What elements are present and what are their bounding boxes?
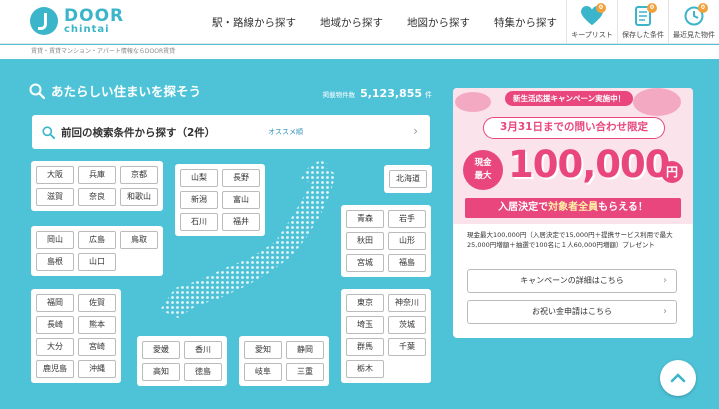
scroll-to-top-button[interactable] bbox=[660, 360, 696, 396]
listing-count-label: 掲載物件数 bbox=[322, 91, 356, 99]
breadcrumb[interactable]: 賃貸・賃貸マンション・アパート情報ならDOOR賃貸 bbox=[0, 45, 719, 59]
saved-conditions-button[interactable]: 0 保存した条件 bbox=[617, 0, 668, 44]
pref-button[interactable]: 熊本 bbox=[78, 316, 116, 334]
pref-button[interactable]: 香川 bbox=[184, 341, 222, 359]
campaign-card: 新生活応援キャンペーン実施中！ 3月31日までの問い合わせ限定 現金 最大 10… bbox=[453, 88, 693, 338]
pref-button[interactable]: 三重 bbox=[286, 363, 324, 381]
campaign-detail-label: キャンペーンの詳細はこちら bbox=[520, 276, 624, 285]
region-shikoku: 愛媛 香川 高知 徳島 bbox=[137, 336, 227, 386]
recommend-sort-link[interactable]: オススメ順 bbox=[268, 127, 303, 137]
pref-button[interactable]: 岡山 bbox=[36, 231, 74, 249]
site-header: DOOR chintai 駅・路線から探す 地域から探す 地図から探す 特集から… bbox=[0, 0, 719, 44]
cherry-blossom-decoration bbox=[633, 88, 681, 116]
pref-button[interactable]: 滋賀 bbox=[36, 188, 74, 206]
pref-button[interactable]: 岩手 bbox=[388, 210, 426, 228]
pref-button[interactable]: 栃木 bbox=[346, 360, 384, 378]
listing-count: 掲載物件数 5,123,855 件 bbox=[323, 87, 432, 100]
region-hokkaido: 北海道 bbox=[384, 165, 432, 193]
nav-feature[interactable]: 特集から探す bbox=[494, 15, 557, 30]
pref-button[interactable]: 徳島 bbox=[184, 363, 222, 381]
max-label: 最大 bbox=[474, 171, 492, 181]
gift-apply-label: お祝い金申請はこちら bbox=[532, 307, 612, 316]
campaign-hero: 新生活応援キャンペーン実施中！ 3月31日までの問い合わせ限定 現金 最大 10… bbox=[453, 88, 693, 224]
pref-button[interactable]: 大分 bbox=[36, 338, 74, 356]
pref-button[interactable]: 山口 bbox=[78, 253, 116, 271]
keep-list-button[interactable]: 0 キープリスト bbox=[566, 0, 617, 44]
pref-button[interactable]: 愛知 bbox=[244, 341, 282, 359]
previous-search-label: 前回の検索条件から探す（2件） bbox=[61, 126, 216, 139]
main-nav: 駅・路線から探す 地域から探す 地図から探す 特集から探す bbox=[212, 15, 581, 30]
pref-button[interactable]: 島根 bbox=[36, 253, 74, 271]
keep-list-badge: 0 bbox=[596, 3, 606, 13]
pref-button[interactable]: 茨城 bbox=[388, 316, 426, 334]
campaign-description: 現金最大100,000円（入居決定で15,000円＋提携サービス利用で最大25,… bbox=[467, 231, 673, 249]
cash-max-badge: 現金 最大 bbox=[463, 150, 503, 190]
keep-list-label: キープリスト bbox=[571, 31, 613, 39]
saved-conditions-badge: 0 bbox=[647, 3, 657, 13]
campaign-date-limit: 3月31日までの問い合わせ限定 bbox=[483, 117, 665, 139]
strip-post: もらえる！ bbox=[598, 202, 648, 213]
door-logo-icon bbox=[30, 7, 58, 35]
pref-button[interactable]: 静岡 bbox=[286, 341, 324, 359]
recently-viewed-button[interactable]: 0 最近見た物件 bbox=[668, 0, 719, 44]
pref-button[interactable]: 宮崎 bbox=[78, 338, 116, 356]
pref-button[interactable]: 北海道 bbox=[389, 170, 427, 188]
pref-button[interactable]: 奈良 bbox=[78, 188, 116, 206]
pref-button[interactable]: 愛媛 bbox=[142, 341, 180, 359]
chevron-up-icon bbox=[670, 373, 686, 383]
search-icon bbox=[42, 125, 55, 139]
nav-station-line[interactable]: 駅・路線から探す bbox=[212, 15, 296, 30]
pref-button[interactable]: 沖縄 bbox=[78, 360, 116, 378]
logo-text-chintai: chintai bbox=[64, 23, 110, 35]
nav-area[interactable]: 地域から探す bbox=[320, 15, 383, 30]
search-icon bbox=[29, 83, 45, 99]
pref-button[interactable]: 高知 bbox=[142, 363, 180, 381]
pref-button[interactable]: 大阪 bbox=[36, 166, 74, 184]
japan-map-illustration bbox=[160, 160, 336, 318]
search-title: あたらしい住まいを探そう bbox=[51, 84, 202, 99]
pref-button[interactable]: 神奈川 bbox=[388, 294, 426, 312]
pref-button[interactable]: 福島 bbox=[388, 254, 426, 272]
chevron-right-icon: › bbox=[413, 124, 418, 138]
chevron-right-icon: › bbox=[663, 275, 667, 286]
campaign-strip: 入居決定で対象者全員もらえる！ bbox=[465, 198, 681, 218]
strip-pre: 入居決定で bbox=[498, 202, 549, 213]
strip-highlight: 対象者全員 bbox=[548, 202, 599, 213]
logo-text-door: DOOR bbox=[64, 5, 125, 26]
pref-button[interactable]: 山形 bbox=[388, 232, 426, 250]
gift-apply-button[interactable]: お祝い金申請はこちら › bbox=[467, 300, 677, 324]
pref-button[interactable]: 岐阜 bbox=[244, 363, 282, 381]
listing-count-value: 5,123,855 bbox=[360, 87, 422, 100]
nav-map[interactable]: 地図から探す bbox=[407, 15, 470, 30]
pref-button[interactable]: 長崎 bbox=[36, 316, 74, 334]
recently-viewed-label: 最近見た物件 bbox=[673, 31, 715, 39]
chevron-right-icon: › bbox=[663, 306, 667, 317]
campaign-amount: 100,000 bbox=[508, 143, 671, 186]
pref-button[interactable]: 広島 bbox=[78, 231, 116, 249]
previous-search-button[interactable]: 前回の検索条件から探す（2件） オススメ順 › bbox=[32, 115, 430, 149]
header-icon-group: 0 キープリスト 0 保存した条件 0 最近見た物件 bbox=[566, 0, 719, 44]
cherry-blossom-decoration bbox=[455, 92, 491, 112]
listing-count-unit: 件 bbox=[425, 91, 432, 99]
yen-badge: 円 bbox=[661, 161, 683, 183]
region-kyushu: 福岡 佐賀 長崎 熊本 大分 宮崎 鹿児島 沖縄 bbox=[31, 289, 121, 383]
pref-button[interactable]: 千葉 bbox=[388, 338, 426, 356]
door-chintai-logo[interactable]: DOOR chintai bbox=[30, 7, 124, 35]
recently-viewed-badge: 0 bbox=[698, 3, 708, 13]
pref-button[interactable]: 福岡 bbox=[36, 294, 74, 312]
pref-button[interactable]: 佐賀 bbox=[78, 294, 116, 312]
pref-button[interactable]: 群馬 bbox=[346, 338, 384, 356]
region-tokai: 愛知 静岡 岐阜 三重 bbox=[239, 336, 329, 386]
cash-label: 現金 bbox=[474, 158, 492, 168]
campaign-banner: 新生活応援キャンペーン実施中！ bbox=[505, 91, 634, 106]
saved-conditions-label: 保存した条件 bbox=[622, 31, 664, 39]
pref-button[interactable]: 鹿児島 bbox=[36, 360, 74, 378]
pref-button[interactable]: 兵庫 bbox=[78, 166, 116, 184]
campaign-detail-button[interactable]: キャンペーンの詳細はこちら › bbox=[467, 269, 677, 293]
